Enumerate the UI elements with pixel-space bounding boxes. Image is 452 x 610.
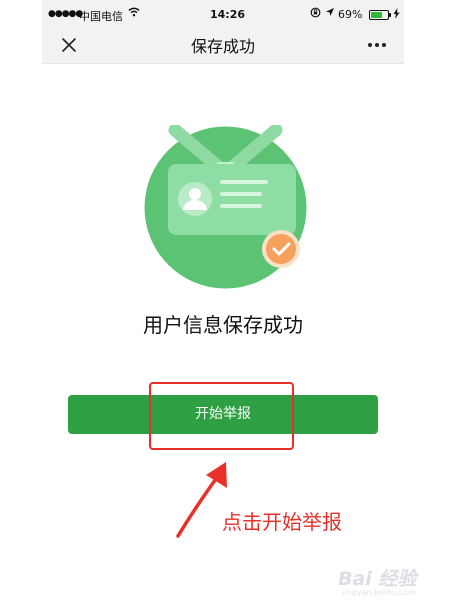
phone-screen: ●●●●● 中国电信 14:26 69% 保存成功 用户信息保存成功 开始举报 <box>42 0 404 610</box>
check-badge-icon <box>262 230 300 268</box>
main-content: 用户信息保存成功 开始举报 <box>42 64 404 610</box>
more-dots-icon <box>368 43 386 47</box>
start-report-button[interactable]: 开始举报 <box>68 395 378 434</box>
carrier-name: 中国电信 <box>79 10 123 23</box>
more-options-button[interactable] <box>362 33 392 57</box>
page-title: 保存成功 <box>190 37 255 56</box>
status-bar: ●●●●● 中国电信 14:26 69% <box>42 0 404 30</box>
signal-strength-icon: ●●●●● <box>48 9 83 19</box>
battery-cap <box>389 13 391 17</box>
wifi-icon <box>128 7 140 20</box>
success-message: 用户信息保存成功 <box>143 313 303 337</box>
location-arrow-icon <box>325 7 335 20</box>
charging-bolt-icon <box>393 8 400 22</box>
id-card-success-illustration <box>144 125 307 289</box>
battery-percent: 69% <box>338 8 363 21</box>
clock: 14:26 <box>210 8 246 21</box>
navigation-bar: 保存成功 <box>42 30 404 64</box>
battery-fill <box>371 12 383 18</box>
orientation-lock-icon <box>310 7 321 21</box>
battery-icon <box>369 10 391 20</box>
